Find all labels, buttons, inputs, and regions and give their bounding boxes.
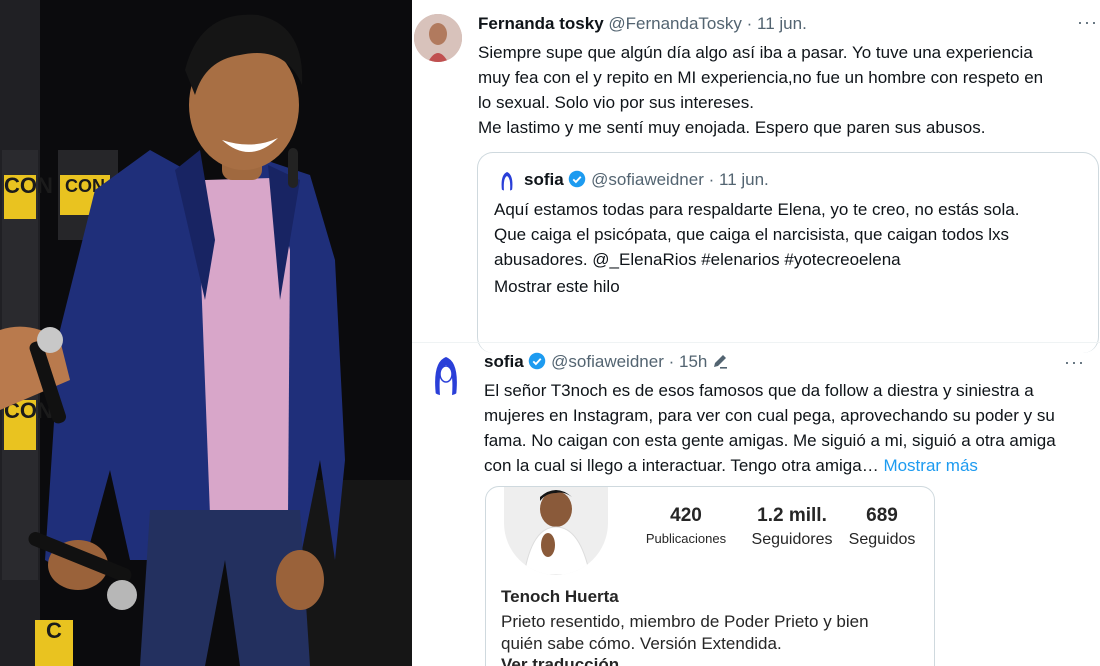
- profile-bio: Prieto resentido, miembro de Poder Priet…: [501, 612, 869, 653]
- event-photo: CON CON CON C: [0, 0, 412, 666]
- fernanda-avatar[interactable]: [414, 14, 462, 62]
- speaker-illustration: [0, 14, 345, 666]
- tweet2-author-name[interactable]: sofia: [484, 352, 524, 371]
- following-count: 689: [866, 505, 898, 526]
- quote-header: sofia @sofiaweidner · 11 jun.: [524, 170, 769, 190]
- following-label: Seguidos: [848, 531, 916, 548]
- followers-stat[interactable]: 1.2 mill. Seguidores: [744, 505, 840, 549]
- followers-label: Seguidores: [751, 531, 833, 548]
- tweet1-date[interactable]: 11 jun.: [757, 14, 807, 33]
- quote-handle: @sofiaweidner: [591, 170, 704, 189]
- sofia-avatar[interactable]: [424, 352, 468, 396]
- profile-photo-image: [504, 487, 608, 575]
- posts-count: 420: [670, 505, 702, 526]
- quote-text: Aquí estamos todas para respaldarte Elen…: [494, 200, 1020, 269]
- profile-name: Tenoch Huerta: [501, 587, 619, 606]
- quote-date: 11 jun.: [719, 170, 769, 189]
- tweet2-header: sofia @sofiaweidner · 15h: [484, 352, 728, 372]
- tweet-divider: [412, 342, 1100, 343]
- profile-photo: [504, 487, 608, 575]
- instagram-profile-card[interactable]: 420 Publicaciones 1.2 mill. Seguidores 6…: [485, 486, 935, 666]
- quote-avatar: [496, 169, 518, 191]
- quote-separator: ·: [708, 170, 715, 189]
- following-stat[interactable]: 689 Seguidos: [842, 505, 922, 549]
- edited-pencil-icon[interactable]: [712, 353, 728, 369]
- quote-author-name: sofia: [524, 170, 564, 189]
- tweet1-handle[interactable]: @FernandaTosky: [608, 14, 742, 33]
- fernanda-avatar-image: [414, 14, 462, 62]
- see-translation-link[interactable]: Ver traducción: [501, 655, 619, 666]
- posts-label: Publicaciones: [645, 531, 727, 546]
- sofia-avatar-image: [424, 352, 468, 396]
- tweet2-date[interactable]: 15h: [679, 352, 707, 371]
- posts-stat[interactable]: 420 Publicaciones: [638, 505, 734, 546]
- quoted-tweet[interactable]: sofia @sofiaweidner · 11 jun. Aquí estam…: [477, 152, 1099, 353]
- tweet2-handle[interactable]: @sofiaweidner: [551, 352, 664, 371]
- verified-badge-icon: [569, 170, 586, 188]
- tweet1-more-icon[interactable]: ···: [1077, 12, 1098, 33]
- tweet2-more-icon[interactable]: ···: [1064, 352, 1085, 373]
- show-thread-link[interactable]: Mostrar este hilo: [494, 274, 620, 299]
- tweet1-header: Fernanda tosky @FernandaTosky · 11 jun.: [478, 14, 807, 34]
- tweet2-separator: ·: [668, 352, 675, 371]
- quote-avatar-image: [496, 169, 518, 191]
- tweet1-separator: ·: [746, 14, 753, 33]
- followers-count: 1.2 mill.: [757, 505, 827, 526]
- tweet1-text: Siempre supe que algún día algo así iba …: [478, 43, 1044, 137]
- tweet2-text: El señor T3noch es de esos famosos que d…: [484, 378, 1094, 478]
- tweet-feed: Fernanda tosky @FernandaTosky · 11 jun. …: [412, 0, 1100, 666]
- tweet1-author-name[interactable]: Fernanda tosky: [478, 14, 604, 33]
- show-more-link[interactable]: Mostrar más: [883, 456, 977, 475]
- verified-badge-icon: [529, 352, 546, 370]
